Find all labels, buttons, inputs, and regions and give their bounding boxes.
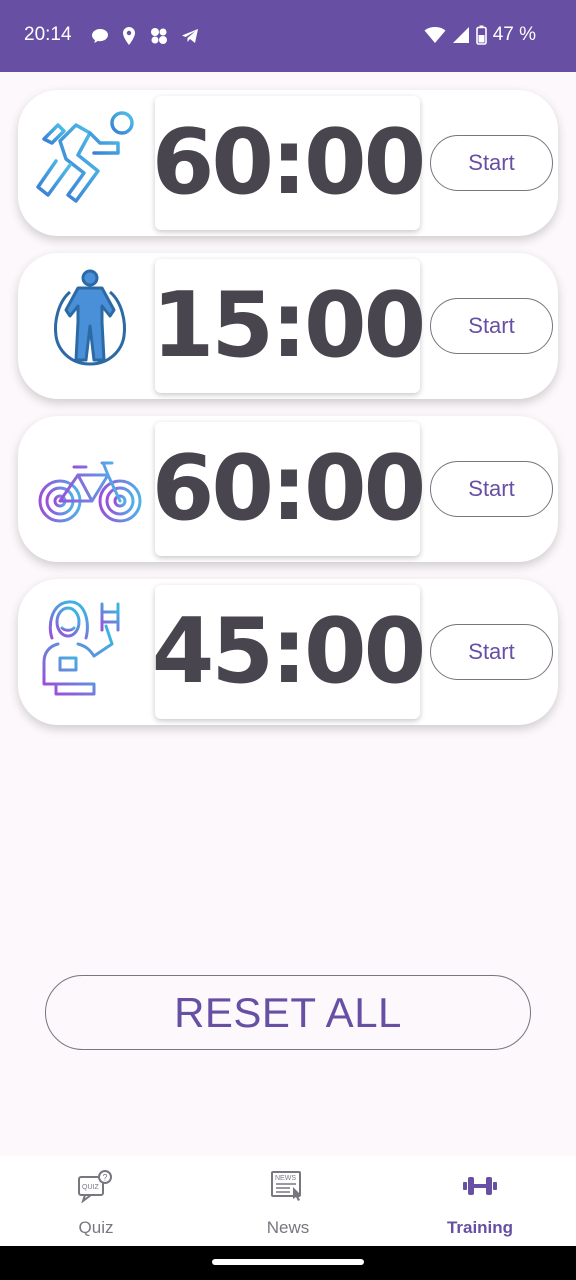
timer-value: 60:00 xyxy=(151,436,426,541)
timer-display: 60:00 xyxy=(151,96,426,230)
jump-rope-icon xyxy=(30,266,150,386)
notification-icons xyxy=(90,26,200,46)
gesture-navigation-bar xyxy=(0,1246,576,1280)
bicycle-icon xyxy=(30,429,150,549)
message-icon xyxy=(90,26,110,46)
timer-display: 15:00 xyxy=(151,259,426,393)
home-gesture-handle[interactable] xyxy=(212,1259,364,1265)
timer-card: 60:00 Start xyxy=(18,90,558,236)
start-button[interactable]: Start xyxy=(430,624,553,680)
battery-icon xyxy=(475,25,487,45)
apps-icon xyxy=(148,26,170,46)
start-button[interactable]: Start xyxy=(430,461,553,517)
timer-card: 60:00 Start xyxy=(18,416,558,562)
svg-text:QUIZ: QUIZ xyxy=(82,1184,99,1191)
nav-item-quiz[interactable]: ? QUIZ Quiz xyxy=(0,1156,192,1246)
svg-text:NEWS: NEWS xyxy=(275,1175,296,1182)
nav-label-news: News xyxy=(266,1218,310,1237)
svg-text:?: ? xyxy=(103,1173,108,1183)
location-icon xyxy=(120,26,138,46)
dumbbell-icon xyxy=(460,1168,500,1204)
signal-icon xyxy=(452,26,470,44)
wifi-icon xyxy=(424,26,446,44)
nav-label-training: Training xyxy=(446,1218,514,1237)
battery-level: 47 % xyxy=(492,24,536,45)
timer-value: 60:00 xyxy=(151,110,426,215)
nav-item-news[interactable]: NEWS News xyxy=(192,1156,384,1246)
timer-display: 45:00 xyxy=(151,585,426,719)
timer-card: 45:00 Start xyxy=(18,579,558,725)
dumbbell-woman-icon xyxy=(30,592,150,712)
timer-value: 45:00 xyxy=(151,599,426,704)
timer-display: 60:00 xyxy=(151,422,426,556)
status-bar: 20:14 47 % xyxy=(0,0,576,72)
timer-value: 15:00 xyxy=(151,273,426,378)
nav-label-quiz: Quiz xyxy=(78,1218,114,1237)
quiz-icon: ? QUIZ xyxy=(76,1168,116,1204)
start-button[interactable]: Start xyxy=(430,135,553,191)
nav-item-training[interactable]: Training xyxy=(384,1156,576,1246)
system-status: 47 % xyxy=(424,24,536,46)
reset-all-button[interactable]: RESET ALL xyxy=(45,975,531,1050)
start-button[interactable]: Start xyxy=(430,298,553,354)
running-icon xyxy=(30,103,150,223)
bottom-navigation: ? QUIZ Quiz NEWS News Training xyxy=(0,1156,576,1246)
telegram-icon xyxy=(180,26,200,46)
status-time: 20:14 xyxy=(24,24,72,45)
timer-card: 15:00 Start xyxy=(18,253,558,399)
news-icon: NEWS xyxy=(268,1168,308,1204)
